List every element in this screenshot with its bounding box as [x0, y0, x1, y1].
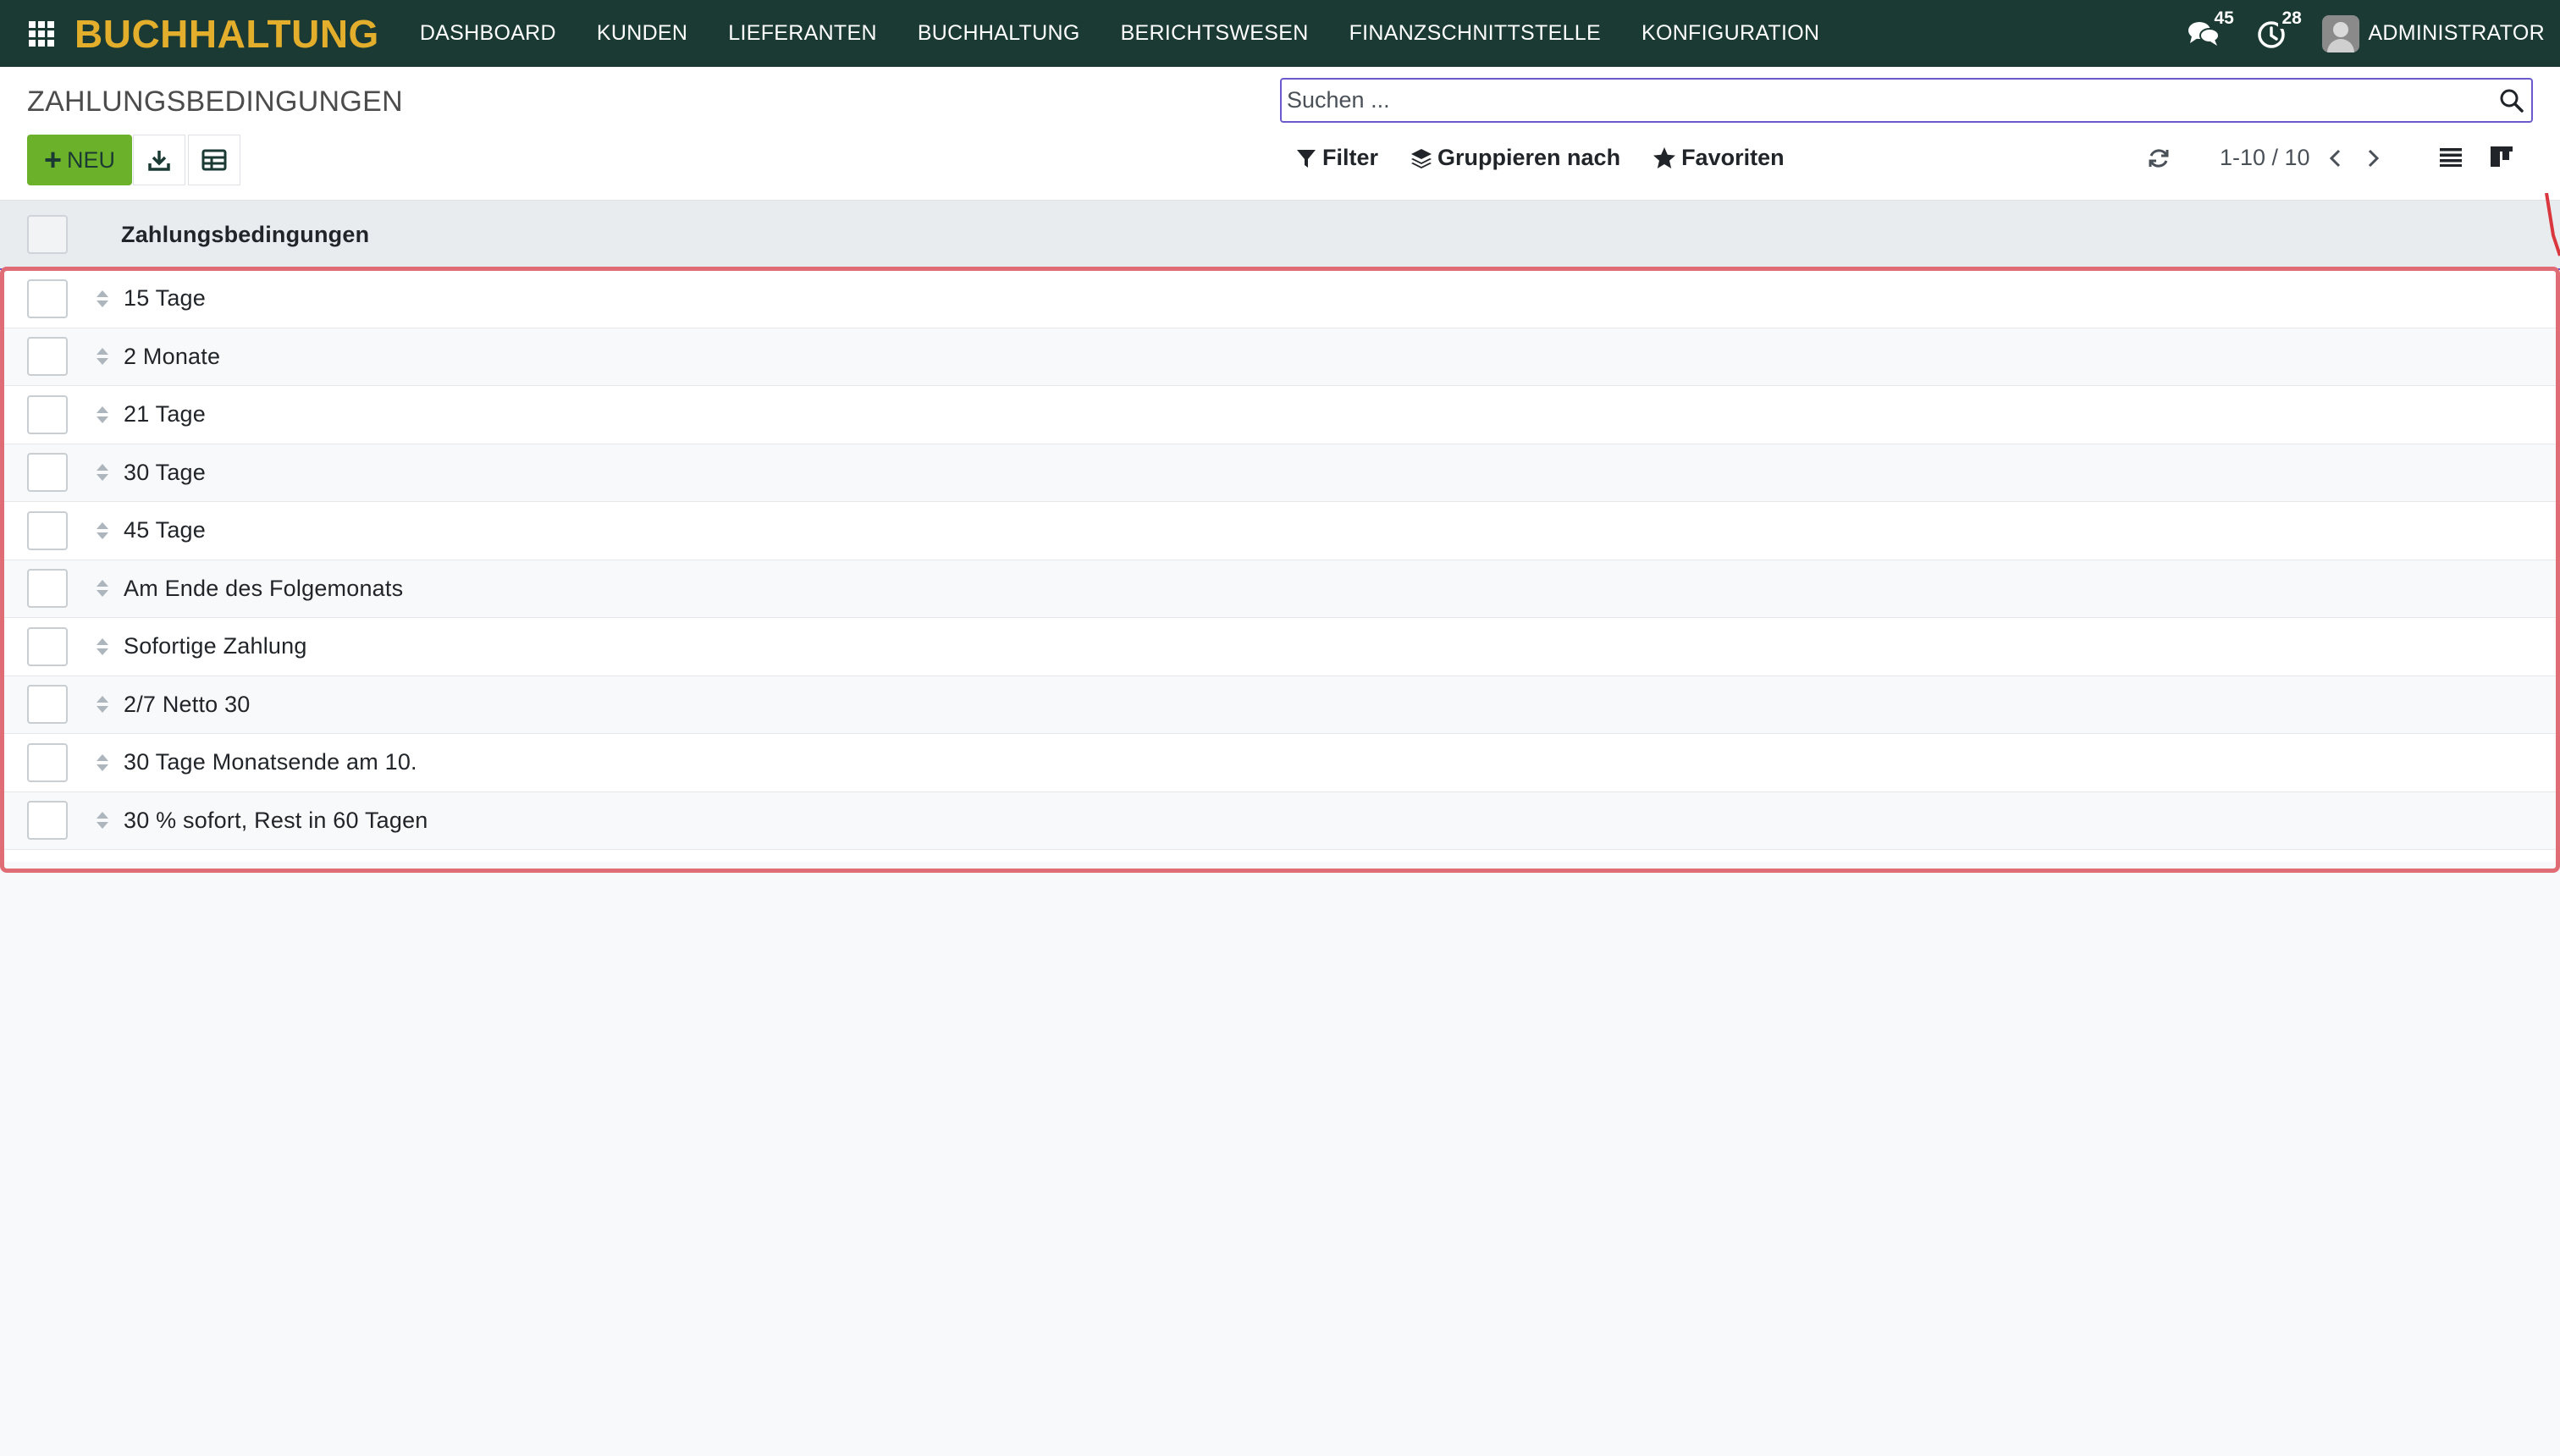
column-header-zahlungsbedingungen[interactable]: Zahlungsbedingungen: [121, 222, 369, 248]
group-by-label: Gruppieren nach: [1437, 145, 1621, 170]
drag-handle-icon[interactable]: [95, 347, 110, 366]
view-switcher: [2438, 145, 2540, 168]
favorites-button[interactable]: Favoriten: [1652, 145, 1785, 171]
menu-item-lieferanten[interactable]: LIEFERANTEN: [728, 21, 877, 46]
drag-handle-icon[interactable]: [95, 695, 110, 714]
drag-handle-icon[interactable]: [95, 405, 110, 424]
menu-item-finanzschnittstelle[interactable]: FINANZSCHNITTSTELLE: [1349, 21, 1601, 46]
star-icon: [1653, 146, 1676, 168]
search-icon[interactable]: [2499, 88, 2524, 113]
filter-icon: [1297, 149, 1316, 168]
row-name: 2 Monate: [124, 343, 221, 369]
table-row[interactable]: Sofortige Zahlung: [0, 618, 2560, 676]
search-facets: Filter Gruppieren nach Favoriten: [1295, 145, 1817, 171]
row-checkbox[interactable]: [27, 337, 68, 377]
messages-count-badge: 45: [2210, 8, 2237, 29]
row-checkbox[interactable]: [27, 742, 68, 782]
menu-item-dashboard[interactable]: DASHBOARD: [420, 21, 556, 46]
list-view-table: Zahlungsbedingungen 15 Tage 2 Monate 21 …: [0, 201, 2560, 862]
annotation-arrow-mark: [2545, 193, 2560, 256]
table-body: 15 Tage 2 Monate 21 Tage 30 Tage 45 Tage…: [0, 270, 2560, 850]
table-row[interactable]: 45 Tage: [0, 502, 2560, 560]
kanban-view-button[interactable]: [2489, 145, 2514, 168]
activities-count-badge: 28: [2278, 8, 2305, 29]
favorites-label: Favoriten: [1681, 145, 1785, 170]
table-row[interactable]: 30 % sofort, Rest in 60 Tagen: [0, 791, 2560, 850]
row-name: 45 Tage: [124, 517, 206, 543]
row-name: Am Ende des Folgemonats: [124, 575, 404, 601]
layers-icon: [1411, 148, 1432, 168]
drag-handle-icon[interactable]: [95, 290, 110, 308]
pager: 1-10 / 10: [2147, 145, 2381, 171]
spreadsheet-button[interactable]: [188, 135, 240, 185]
kanban-view-icon: [2491, 146, 2513, 167]
download-icon: [148, 151, 170, 171]
user-menu[interactable]: ADMINISTRATOR: [2368, 21, 2545, 46]
menu-item-berichtswesen[interactable]: BERICHTSWESEN: [1121, 21, 1309, 46]
row-name: 30 Tage: [124, 459, 206, 485]
chevron-left-icon[interactable]: [2327, 146, 2344, 170]
row-name: 30 % sofort, Rest in 60 Tagen: [124, 807, 428, 833]
table-row[interactable]: 30 Tage Monatsende am 10.: [0, 734, 2560, 792]
chevron-right-icon[interactable]: [2364, 146, 2381, 170]
list-view-icon: [2440, 148, 2462, 167]
row-checkbox[interactable]: [27, 801, 68, 841]
drag-handle-icon[interactable]: [95, 753, 110, 772]
new-button[interactable]: + NEU: [27, 135, 132, 185]
plus-icon: +: [43, 142, 62, 177]
top-navbar: BUCHHALTUNG DASHBOARD KUNDEN LIEFERANTEN…: [0, 0, 2560, 67]
menu-item-kunden[interactable]: KUNDEN: [597, 21, 687, 46]
table-row[interactable]: Am Ende des Folgemonats: [0, 560, 2560, 618]
table-icon: [201, 149, 227, 171]
table-row[interactable]: 2 Monate: [0, 328, 2560, 386]
drag-handle-icon[interactable]: [95, 811, 110, 830]
row-checkbox[interactable]: [27, 394, 68, 434]
apps-grid-icon[interactable]: [29, 20, 54, 47]
activities-button[interactable]: 28: [2254, 8, 2305, 51]
row-name: Sofortige Zahlung: [124, 633, 307, 659]
pager-value[interactable]: 1-10 / 10: [2220, 145, 2310, 171]
row-name: 21 Tage: [124, 401, 206, 427]
menu-item-buchhaltung[interactable]: BUCHHALTUNG: [918, 21, 1080, 46]
new-button-label: NEU: [67, 146, 116, 173]
row-checkbox[interactable]: [27, 569, 68, 609]
table-row[interactable]: 21 Tage: [0, 386, 2560, 444]
row-name: 15 Tage: [124, 285, 206, 312]
messages-button[interactable]: 45: [2187, 8, 2237, 51]
row-checkbox[interactable]: [27, 626, 68, 666]
page-title[interactable]: ZAHLUNGSBEDINGUNGEN: [27, 85, 403, 119]
app-name[interactable]: BUCHHALTUNG: [74, 11, 379, 57]
row-name: 30 Tage Monatsende am 10.: [124, 749, 417, 775]
control-panel: ZAHLUNGSBEDINGUNGEN + NEU Filter: [0, 67, 2560, 201]
filter-button[interactable]: Filter: [1295, 145, 1378, 171]
group-by-button[interactable]: Gruppieren nach: [1410, 145, 1620, 171]
table-header: Zahlungsbedingungen: [0, 201, 2560, 270]
drag-handle-icon[interactable]: [95, 521, 110, 540]
filter-label: Filter: [1322, 145, 1379, 170]
drag-handle-icon[interactable]: [95, 463, 110, 482]
drag-handle-icon[interactable]: [95, 579, 110, 598]
main-menu: DASHBOARD KUNDEN LIEFERANTEN BUCHHALTUNG…: [420, 21, 1861, 46]
search-input[interactable]: [1282, 80, 2450, 120]
table-row[interactable]: 30 Tage: [0, 444, 2560, 502]
row-checkbox[interactable]: [27, 453, 68, 493]
search-bar: [1280, 78, 2533, 123]
row-checkbox[interactable]: [27, 510, 68, 550]
navbar-systray: 45 28 ADMINISTRATOR: [2187, 0, 2545, 67]
row-checkbox[interactable]: [27, 279, 68, 318]
refresh-icon[interactable]: [2147, 146, 2171, 170]
row-checkbox[interactable]: [27, 685, 68, 725]
download-button[interactable]: [133, 135, 185, 185]
table-row[interactable]: 2/7 Netto 30: [0, 676, 2560, 734]
list-view-button[interactable]: [2438, 146, 2463, 168]
select-all-checkbox[interactable]: [27, 215, 68, 254]
row-name: 2/7 Netto 30: [124, 691, 251, 717]
drag-handle-icon[interactable]: [95, 637, 110, 656]
avatar[interactable]: [2322, 14, 2360, 52]
menu-item-konfiguration[interactable]: KONFIGURATION: [1641, 21, 1819, 46]
table-row[interactable]: 15 Tage: [0, 270, 2560, 328]
table-footer: [0, 850, 2560, 862]
